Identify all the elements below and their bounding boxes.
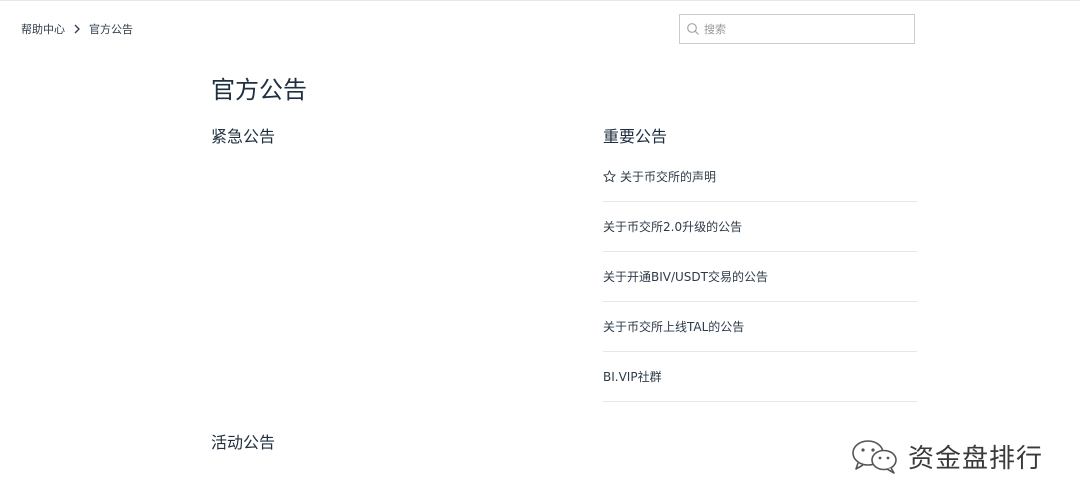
breadcrumb-current: 官方公告	[89, 23, 133, 36]
important-announcements-title: 重要公告	[603, 127, 668, 146]
search-box[interactable]	[679, 14, 915, 44]
activity-announcements-title: 活动公告	[211, 433, 276, 452]
important-article-list: 关于币交所的声明 关于币交所2.0升级的公告 关于开通BIV/USDT交易的公告…	[603, 152, 917, 402]
article-link[interactable]: 关于开通BIV/USDT交易的公告	[603, 252, 917, 302]
article-link[interactable]: BI.VIP社群	[603, 352, 917, 402]
search-icon	[687, 23, 699, 35]
article-title: 关于币交所2.0升级的公告	[603, 220, 743, 234]
article-title: BI.VIP社群	[603, 370, 662, 384]
article-title: 关于开通BIV/USDT交易的公告	[603, 270, 768, 284]
chevron-right-icon	[74, 24, 80, 34]
breadcrumb: 帮助中心 官方公告	[21, 21, 133, 37]
help-center-page: 帮助中心 官方公告 官方公告 紧急公告 重要公告 关于币交所的声明 关于币交所2…	[0, 0, 1080, 504]
wechat-icon	[852, 440, 897, 474]
article-link[interactable]: 关于币交所上线TAL的公告	[603, 302, 917, 352]
breadcrumb-home-link[interactable]: 帮助中心	[21, 21, 65, 37]
article-title: 关于币交所的声明	[620, 170, 717, 184]
article-link[interactable]: 关于币交所的声明	[603, 152, 917, 202]
star-outline-icon	[603, 170, 616, 183]
top-divider	[0, 0, 1080, 1]
search-input[interactable]	[704, 22, 904, 36]
urgent-announcements-title: 紧急公告	[211, 127, 276, 146]
article-title: 关于币交所上线TAL的公告	[603, 320, 745, 334]
article-link[interactable]: 关于币交所2.0升级的公告	[603, 202, 917, 252]
watermark: 资金盘排行	[848, 436, 1043, 476]
watermark-text: 资金盘排行	[908, 443, 1044, 474]
page-title: 官方公告	[211, 76, 307, 104]
